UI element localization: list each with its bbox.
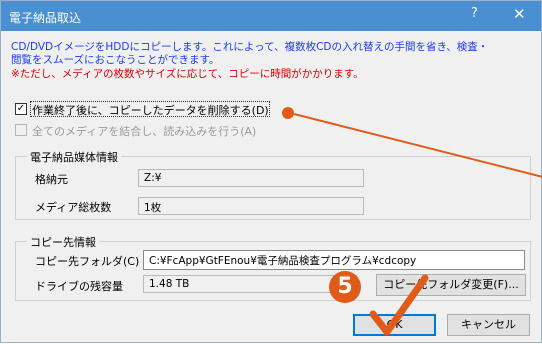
annotation-overlay (293, 113, 542, 336)
checkmark-icon (369, 274, 429, 336)
import-dialog: 電子納品取込 ? ✕ CD/DVDイメージをHDDにコピーします。これによって、… (0, 0, 542, 343)
callout-line (293, 113, 542, 178)
step-number-badge: 5 (329, 271, 361, 303)
